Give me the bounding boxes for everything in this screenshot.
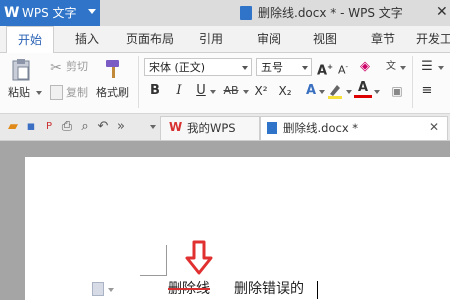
shrink-font-icon[interactable]: A-: [334, 58, 352, 77]
text-effect-icon[interactable]: A: [302, 82, 320, 100]
chevron-down-icon[interactable]: [374, 90, 380, 94]
tab-view[interactable]: 视图: [302, 26, 348, 52]
align-left-icon[interactable]: ≡: [418, 82, 436, 100]
window-title: 删除线.docx * - WPS 文字: [258, 6, 403, 20]
tab-my-wps[interactable]: W 我的WPS: [160, 116, 260, 140]
tab-review[interactable]: 审阅: [246, 26, 292, 52]
chevron-down-icon[interactable]: [400, 66, 406, 70]
format-painter-icon[interactable]: [103, 58, 123, 80]
format-painter-button[interactable]: 格式刷: [96, 86, 129, 100]
document-text: 删除错误的: [234, 281, 304, 297]
tab-sections[interactable]: 章节: [360, 26, 406, 52]
export-pdf-icon[interactable]: P: [40, 118, 58, 136]
tab-references[interactable]: 引用: [188, 26, 234, 52]
subscript-button[interactable]: X₂: [274, 82, 296, 100]
grow-font-icon[interactable]: A+: [316, 58, 334, 78]
redo-icon[interactable]: »: [112, 118, 130, 136]
copy-icon[interactable]: [50, 85, 63, 100]
chevron-down-icon[interactable]: [319, 90, 325, 94]
chevron-down-icon[interactable]: [108, 288, 114, 292]
tab-label: 我的WPS: [187, 121, 236, 135]
italic-button[interactable]: I: [170, 82, 188, 100]
tab-document[interactable]: 删除线.docx * ✕: [260, 116, 448, 140]
open-folder-icon[interactable]: ▰: [4, 118, 22, 136]
chevron-down-icon[interactable]: [438, 66, 444, 70]
arrow-down-icon: [184, 240, 214, 276]
struck-text: 删除线: [168, 281, 210, 297]
pinyin-icon[interactable]: 文: [382, 58, 400, 76]
chevron-down-icon[interactable]: [346, 90, 352, 94]
close-icon[interactable]: ✕: [429, 120, 439, 134]
divider: [412, 56, 413, 108]
document-icon: [240, 6, 252, 20]
chevron-down-icon[interactable]: [243, 90, 249, 94]
wps-logo-icon: W: [169, 120, 183, 134]
clear-format-icon[interactable]: ◈: [356, 58, 374, 76]
paste-options-icon[interactable]: [92, 282, 104, 296]
paste-icon[interactable]: [10, 58, 32, 82]
tab-insert[interactable]: 插入: [64, 26, 110, 52]
font-family-select[interactable]: 宋体 (正文): [144, 58, 252, 76]
app-name: WPS 文字: [22, 6, 77, 20]
superscript-button[interactable]: X²: [250, 82, 272, 100]
print-preview-icon[interactable]: ⌕: [76, 118, 94, 136]
app-menu-button[interactable]: W WPS 文字: [0, 0, 100, 26]
chevron-down-icon: [88, 9, 96, 14]
char-border-icon[interactable]: ▣: [388, 82, 406, 100]
tab-home[interactable]: 开始: [6, 26, 54, 54]
close-icon[interactable]: ✕: [436, 4, 448, 20]
strikethrough-button[interactable]: AB: [220, 82, 242, 100]
tab-developer[interactable]: 开发工: [416, 26, 450, 52]
wps-logo-icon: W: [4, 5, 20, 21]
chevron-down-icon[interactable]: [150, 125, 156, 129]
underline-button[interactable]: U: [192, 82, 210, 100]
chevron-down-icon[interactable]: [210, 90, 216, 94]
copy-button[interactable]: 复制: [66, 86, 88, 100]
undo-icon[interactable]: ↶: [94, 118, 112, 136]
bold-button[interactable]: B: [146, 82, 164, 100]
scissors-icon[interactable]: ✂: [48, 60, 64, 76]
divider: [138, 56, 139, 108]
document-icon: [267, 122, 277, 134]
text-cursor: [317, 281, 318, 299]
tab-page-layout[interactable]: 页面布局: [120, 26, 180, 52]
tab-label: 删除线.docx *: [283, 121, 359, 135]
bullet-list-icon[interactable]: ☰: [418, 58, 436, 76]
save-icon[interactable]: ▪: [22, 118, 40, 136]
font-family-value: 宋体 (正文): [149, 61, 206, 74]
margin-marker: [140, 245, 167, 276]
paste-button[interactable]: 粘贴: [8, 86, 30, 100]
cut-button[interactable]: 剪切: [66, 60, 88, 74]
font-color-button[interactable]: A: [354, 80, 372, 98]
font-size-value: 五号: [261, 61, 283, 74]
print-icon[interactable]: ⎙: [58, 118, 76, 136]
font-size-select[interactable]: 五号: [256, 58, 312, 76]
chevron-down-icon[interactable]: [36, 91, 42, 95]
highlight-icon[interactable]: [326, 82, 344, 100]
